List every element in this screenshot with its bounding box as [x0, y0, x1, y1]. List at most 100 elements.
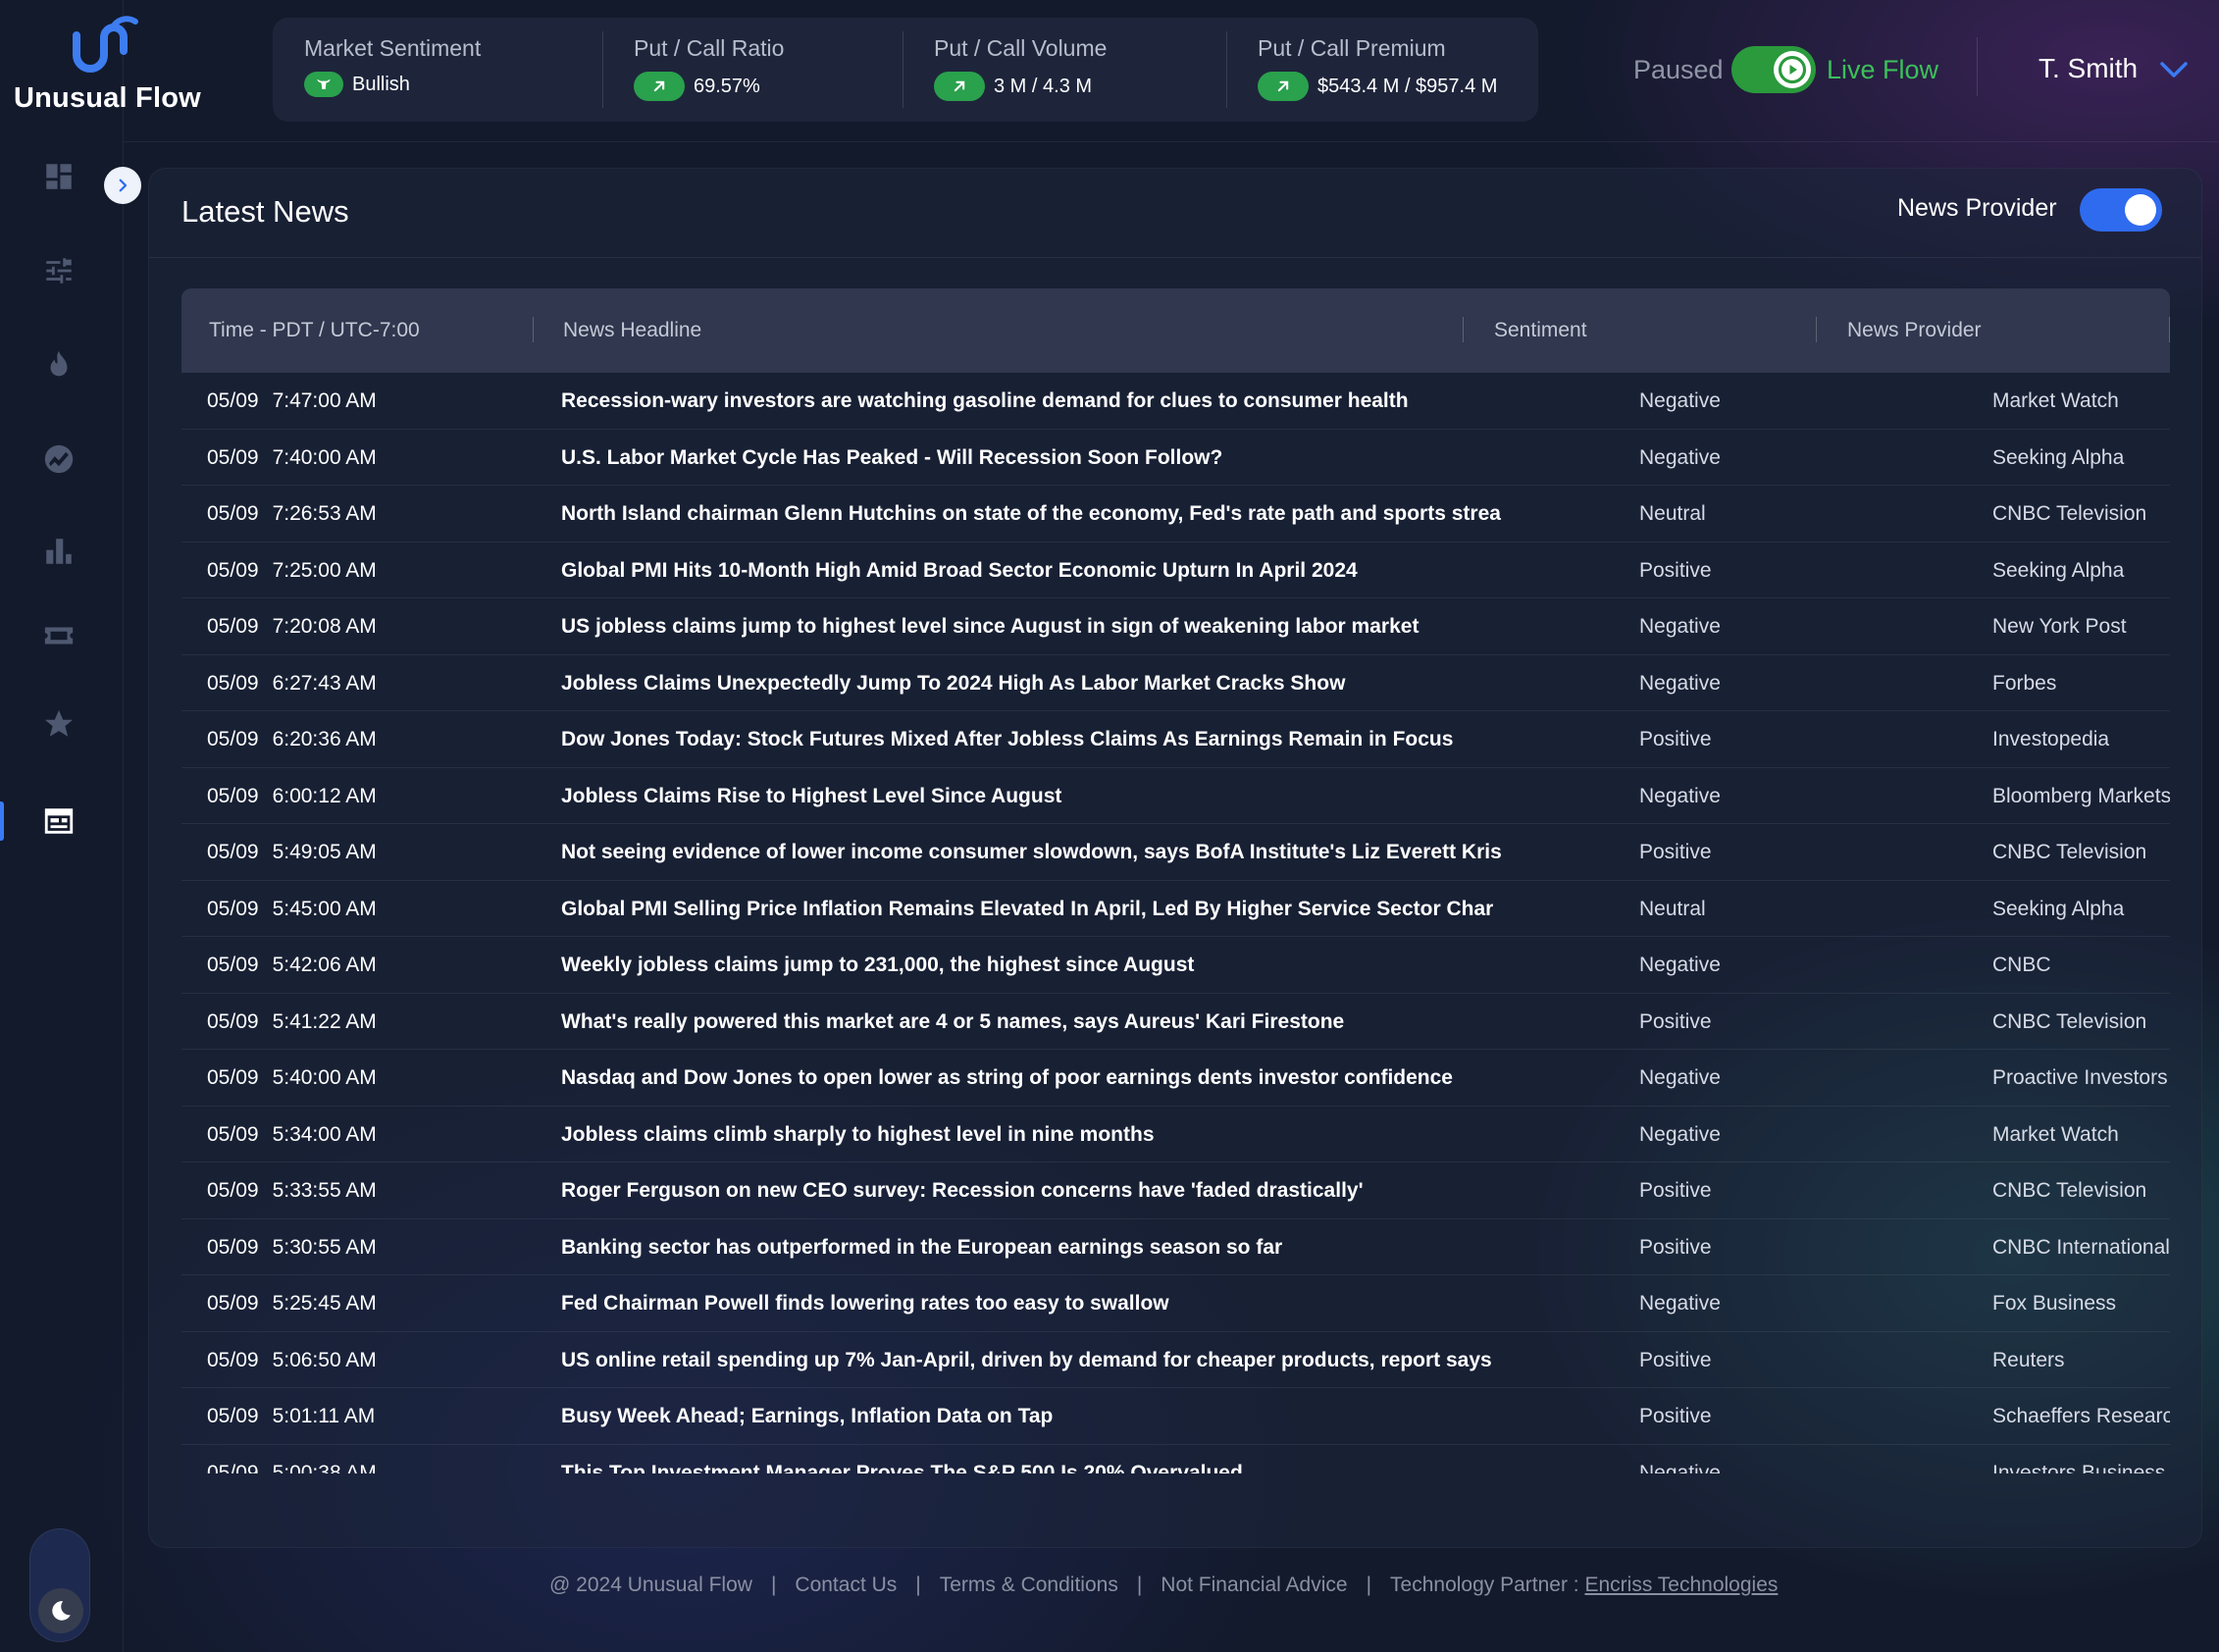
footer-partner-link[interactable]: Encriss Technologies	[1584, 1574, 1778, 1596]
row-headline[interactable]: This Top Investment Manager Proves The S…	[561, 1445, 1645, 1474]
table-row[interactable]: 05/09 7:25:00 AM Global PMI Hits 10-Month …	[181, 542, 2170, 598]
table-row[interactable]: 05/09 7:47:00 AM Recession-wary investors …	[181, 373, 2170, 430]
latest-news-panel: Latest News News Provider Time - PDT / U…	[148, 168, 2202, 1548]
table-row[interactable]: 05/09 5:45:00 AM Global PMI Selling Price …	[181, 881, 2170, 937]
sidebar-collapse-button[interactable]	[104, 167, 141, 204]
row-sentiment: Positive	[1639, 1179, 1712, 1202]
row-headline[interactable]: What's really powered this market are 4 …	[561, 994, 1645, 1050]
sidebar-item-news[interactable]	[39, 801, 78, 841]
row-headline[interactable]: Dow Jones Today: Stock Futures Mixed Aft…	[561, 711, 1645, 767]
sidebar-item-favorites[interactable]	[39, 704, 78, 744]
row-date: 05/09	[207, 615, 259, 638]
row-provider: Investopedia	[1992, 728, 2110, 750]
user-menu-name[interactable]: T. Smith	[2038, 53, 2138, 84]
row-headline[interactable]: Jobless Claims Unexpectedly Jump To 2024…	[561, 655, 1645, 711]
stat-label: Put / Call Ratio	[634, 35, 785, 61]
table-row[interactable]: 05/09 5:25:45 AM Fed Chairman Powell finds…	[181, 1275, 2170, 1332]
table-row[interactable]: 05/09 7:20:08 AM US jobless claims jump to…	[181, 598, 2170, 655]
row-sentiment: Negative	[1639, 389, 1721, 412]
row-time: 5:06:50 AM	[272, 1348, 377, 1371]
table-row[interactable]: 05/09 5:49:05 AM Not seeing evidence of lo…	[181, 824, 2170, 881]
row-provider: Market Watch	[1992, 389, 2119, 412]
table-row[interactable]: 05/09 7:26:53 AM North Island chairman Gle…	[181, 486, 2170, 542]
row-sentiment: Negative	[1639, 445, 1721, 469]
news-provider-toggle[interactable]	[2080, 188, 2162, 232]
row-headline[interactable]: Busy Week Ahead; Earnings, Inflation Dat…	[561, 1388, 1645, 1444]
chevron-right-icon	[119, 179, 128, 192]
stat-market-sentiment: Market Sentiment Bullish	[273, 18, 602, 122]
row-headline[interactable]: Fed Chairman Powell finds lowering rates…	[561, 1275, 1645, 1331]
row-time: 5:41:22 AM	[272, 1009, 377, 1033]
table-row[interactable]: 05/09 5:01:11 AM Busy Week Ahead; Earnings…	[181, 1388, 2170, 1445]
row-headline[interactable]: Global PMI Selling Price Inflation Remai…	[561, 881, 1645, 937]
live-knob	[1774, 51, 1811, 88]
row-provider: Seeking Alpha	[1992, 897, 2125, 920]
row-provider: Forbes	[1992, 671, 2057, 695]
row-headline[interactable]: US jobless claims jump to highest level …	[561, 598, 1645, 654]
column-header-headline[interactable]: News Headline	[563, 288, 701, 373]
row-date: 05/09	[207, 728, 259, 750]
table-row[interactable]: 05/09 6:00:12 AM Jobless Claims Rise to Hi…	[181, 768, 2170, 824]
table-row[interactable]: 05/09 5:41:22 AM What's really powered thi…	[181, 994, 2170, 1050]
table-row[interactable]: 05/09 5:00:38 AM This Top Investment Manag…	[181, 1445, 2170, 1474]
row-time: 7:26:53 AM	[272, 502, 377, 525]
table-row[interactable]: 05/09 5:06:50 AM US online retail spending…	[181, 1332, 2170, 1388]
row-headline[interactable]: North Island chairman Glenn Hutchins on …	[561, 486, 1645, 542]
row-headline[interactable]: Recession-wary investors are watching ga…	[561, 373, 1645, 429]
sidebar-item-dashboard[interactable]	[39, 157, 78, 196]
row-headline[interactable]: US online retail spending up 7% Jan-Apri…	[561, 1332, 1645, 1388]
ticket-icon	[44, 627, 74, 645]
table-row[interactable]: 05/09 6:27:43 AM Jobless Claims Unexpected…	[181, 655, 2170, 711]
header-divider	[1977, 37, 1978, 96]
table-row[interactable]: 05/09 5:40:00 AM Nasdaq and Dow Jones to o…	[181, 1050, 2170, 1107]
row-headline[interactable]: Roger Ferguson on new CEO survey: Recess…	[561, 1162, 1645, 1218]
table-row[interactable]: 05/09 5:30:55 AM Banking sector has outper…	[181, 1219, 2170, 1275]
row-provider: CNBC International TV	[1992, 1235, 2170, 1259]
dashboard-icon	[46, 164, 72, 189]
star-icon	[44, 709, 74, 737]
row-time: 7:25:00 AM	[272, 558, 377, 582]
column-header-provider[interactable]: News Provider	[1847, 288, 1982, 373]
row-provider: Seeking Alpha	[1992, 445, 2125, 469]
footer-advice-link[interactable]: Not Financial Advice	[1161, 1574, 1347, 1596]
table-row[interactable]: 05/09 5:42:06 AM Weekly jobless claims jum…	[181, 937, 2170, 994]
table-row[interactable]: 05/09 5:34:00 AM Jobless claims climb shar…	[181, 1107, 2170, 1162]
row-date: 05/09	[207, 897, 259, 920]
column-header-sentiment[interactable]: Sentiment	[1494, 288, 1587, 373]
sidebar-item-charts[interactable]	[39, 532, 78, 571]
row-headline[interactable]: Not seeing evidence of lower income cons…	[561, 824, 1645, 880]
row-date: 05/09	[207, 558, 259, 582]
row-provider: CNBC Television	[1992, 1009, 2147, 1033]
row-time: 5:01:11 AM	[272, 1405, 376, 1427]
sidebar: Unusual Flow	[0, 0, 201, 1652]
row-headline[interactable]: Banking sector has outperformed in the E…	[561, 1219, 1645, 1275]
row-time: 5:49:05 AM	[272, 841, 377, 863]
row-sentiment: Positive	[1639, 558, 1712, 582]
row-sentiment: Negative	[1639, 1292, 1721, 1315]
sidebar-item-tickets[interactable]	[39, 616, 78, 655]
row-provider: CNBC Television	[1992, 502, 2147, 525]
footer: @ 2024 Unusual Flow | Contact Us | Terms & C…	[549, 1574, 1778, 1597]
row-time: 7:20:08 AM	[272, 615, 377, 638]
theme-toggle[interactable]	[29, 1528, 90, 1642]
row-headline[interactable]: U.S. Labor Market Cycle Has Peaked - Wil…	[561, 430, 1645, 486]
row-headline[interactable]: Jobless claims climb sharply to highest …	[561, 1107, 1645, 1162]
column-header-time[interactable]: Time - PDT / UTC-7:00	[209, 288, 420, 373]
sidebar-item-hot[interactable]	[39, 345, 78, 385]
row-headline[interactable]: Nasdaq and Dow Jones to open lower as st…	[561, 1050, 1645, 1106]
row-headline[interactable]: Global PMI Hits 10-Month High Amid Broad…	[561, 542, 1645, 598]
sidebar-item-filters[interactable]	[39, 251, 78, 290]
trend-chart-icon	[44, 444, 74, 474]
chevron-down-icon[interactable]	[2158, 59, 2190, 80]
table-row[interactable]: 05/09 5:33:55 AM Roger Ferguson on new CEO…	[181, 1162, 2170, 1219]
live-flow-toggle[interactable]	[1731, 46, 1816, 93]
sidebar-item-trends[interactable]	[39, 439, 78, 479]
row-headline[interactable]: Weekly jobless claims jump to 231,000, t…	[561, 937, 1645, 993]
footer-terms-link[interactable]: Terms & Conditions	[940, 1574, 1118, 1596]
table-row[interactable]: 05/09 6:20:36 AM Dow Jones Today: Stock Fu…	[181, 711, 2170, 768]
footer-contact-link[interactable]: Contact Us	[795, 1574, 897, 1596]
row-headline[interactable]: Jobless Claims Rise to Highest Level Sin…	[561, 768, 1645, 824]
table-row[interactable]: 05/09 7:40:00 AM U.S. Labor Market Cycle H…	[181, 430, 2170, 486]
row-provider: CNBC Television	[1992, 1179, 2147, 1202]
row-time: 5:45:00 AM	[272, 897, 377, 920]
